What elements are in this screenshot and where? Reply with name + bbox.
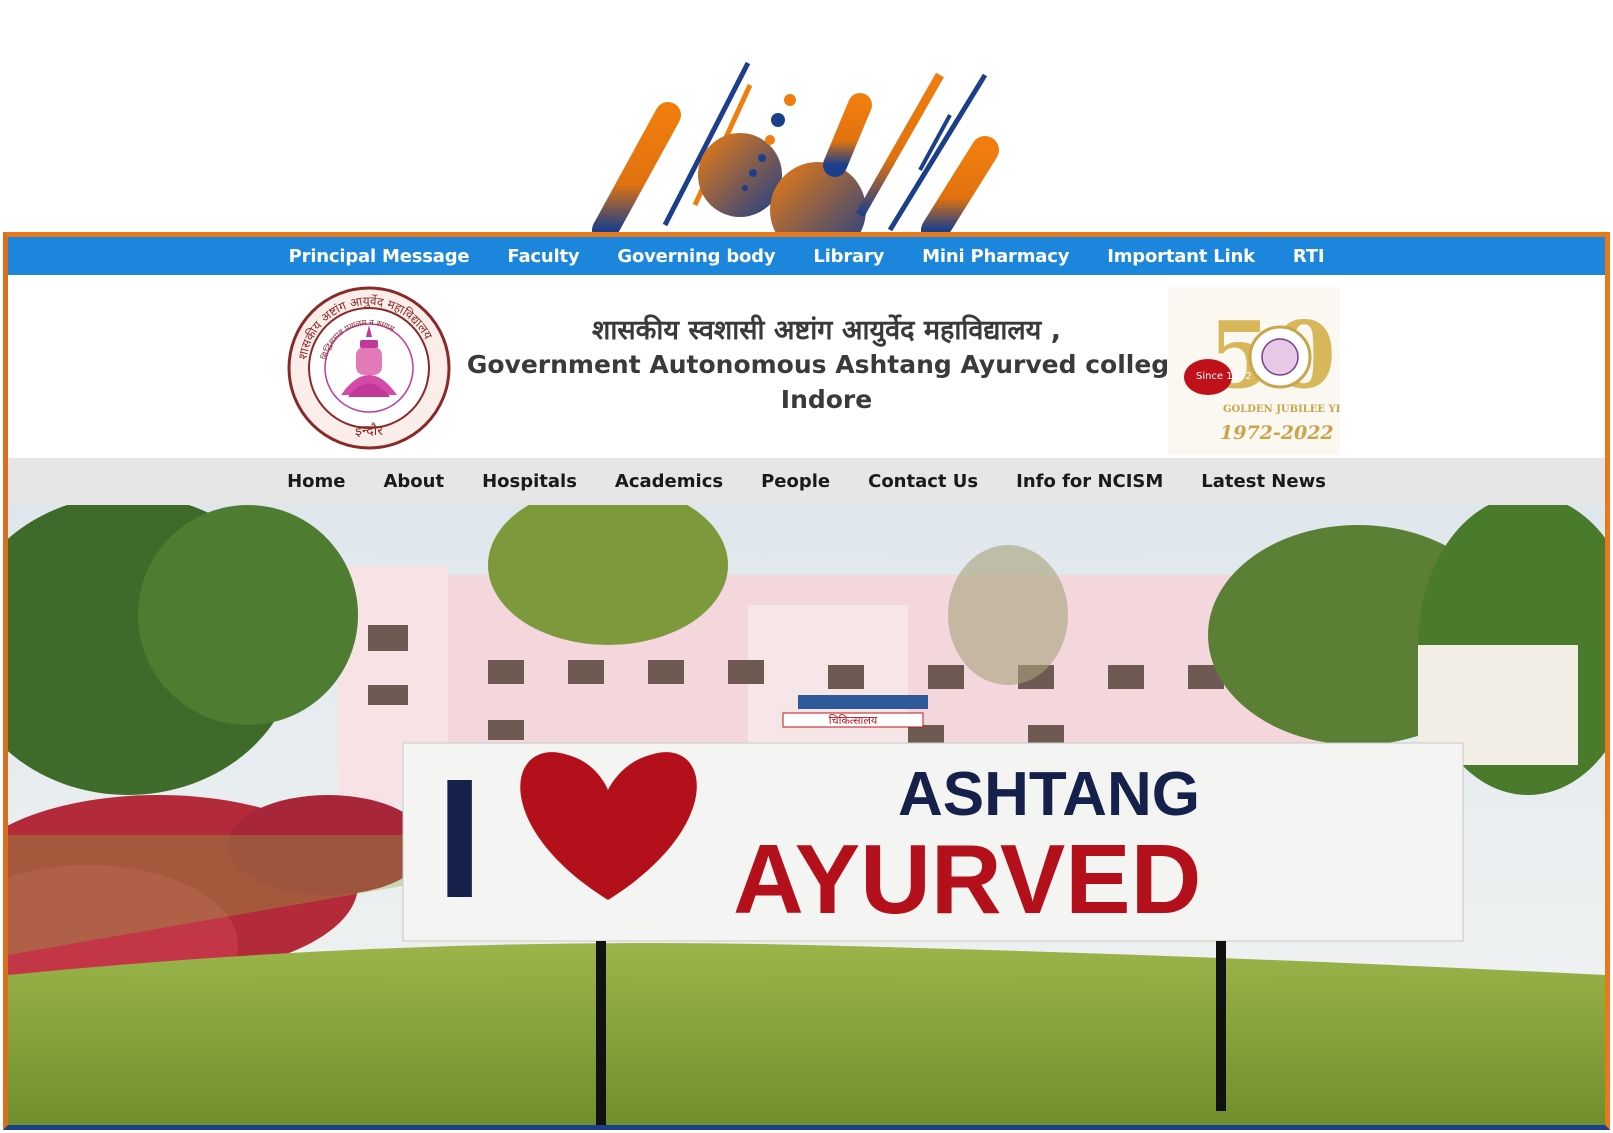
- top-nav-rti[interactable]: RTI: [1274, 246, 1343, 267]
- sign-line-ashtang: ASHTANG: [898, 760, 1200, 829]
- jubilee-caption: GOLDEN JUBILEE YEAR: [1223, 404, 1340, 415]
- site-frame: Principal Message Faculty Governing body…: [3, 232, 1610, 1130]
- seal-bottom-text: इन्दौर: [355, 422, 383, 439]
- college-title-hindi: शासकीय स्वशासी अष्टांग आयुर्वेद महाविद्य…: [591, 315, 1061, 346]
- top-nav-faculty[interactable]: Faculty: [488, 246, 598, 267]
- main-nav-about[interactable]: About: [364, 471, 463, 492]
- campus-photo: चिकित्सालय I ASHTANG AYURVED: [8, 505, 1605, 1125]
- college-title-english: Government Autonomous Ashtang Ayurved co…: [466, 350, 1187, 379]
- hero-banner: चिकित्सालय I ASHTANG AYURVED: [8, 505, 1605, 1125]
- college-title-block: शासकीय स्वशासी अष्टांग आयुर्वेद महाविद्य…: [467, 310, 1186, 417]
- main-nav-contact-us[interactable]: Contact Us: [849, 471, 997, 492]
- main-nav-latest-news[interactable]: Latest News: [1182, 471, 1345, 492]
- site-header: इन्दौर शासकीय अष्टांग आयुर्वेद महाविद्या…: [8, 275, 1605, 458]
- jubilee-years: 1972-2022: [1220, 422, 1334, 444]
- top-nav-important-link[interactable]: Important Link: [1088, 246, 1274, 267]
- top-nav-mini-pharmacy[interactable]: Mini Pharmacy: [903, 246, 1088, 267]
- main-nav-home[interactable]: Home: [268, 471, 364, 492]
- college-title-city: Indore: [780, 385, 873, 414]
- decorative-stripes-graphic: [592, 61, 999, 235]
- main-nav-people[interactable]: People: [742, 471, 849, 492]
- sign-letter-i: I: [436, 744, 483, 934]
- jubilee-since: Since 1972: [1196, 371, 1252, 382]
- main-nav: Home About Hospitals Academics People Co…: [8, 458, 1605, 505]
- top-nav-library[interactable]: Library: [794, 246, 903, 267]
- main-nav-hospitals[interactable]: Hospitals: [463, 471, 596, 492]
- top-nav: Principal Message Faculty Governing body…: [8, 237, 1605, 275]
- top-nav-principal-message[interactable]: Principal Message: [270, 246, 489, 267]
- top-nav-governing-body[interactable]: Governing body: [598, 246, 794, 267]
- college-seal-logo[interactable]: इन्दौर शासकीय अष्टांग आयुर्वेद महाविद्या…: [286, 285, 452, 451]
- golden-jubilee-logo[interactable]: 50 Since 1972 GOLDEN JUBILEE YEAR 1972-2…: [1168, 287, 1340, 455]
- main-nav-info-for-ncism[interactable]: Info for NCISM: [997, 471, 1182, 492]
- building-sign: चिकित्सालय: [829, 714, 878, 727]
- main-nav-academics[interactable]: Academics: [596, 471, 742, 492]
- sign-line-ayurved: AYURVED: [733, 824, 1201, 934]
